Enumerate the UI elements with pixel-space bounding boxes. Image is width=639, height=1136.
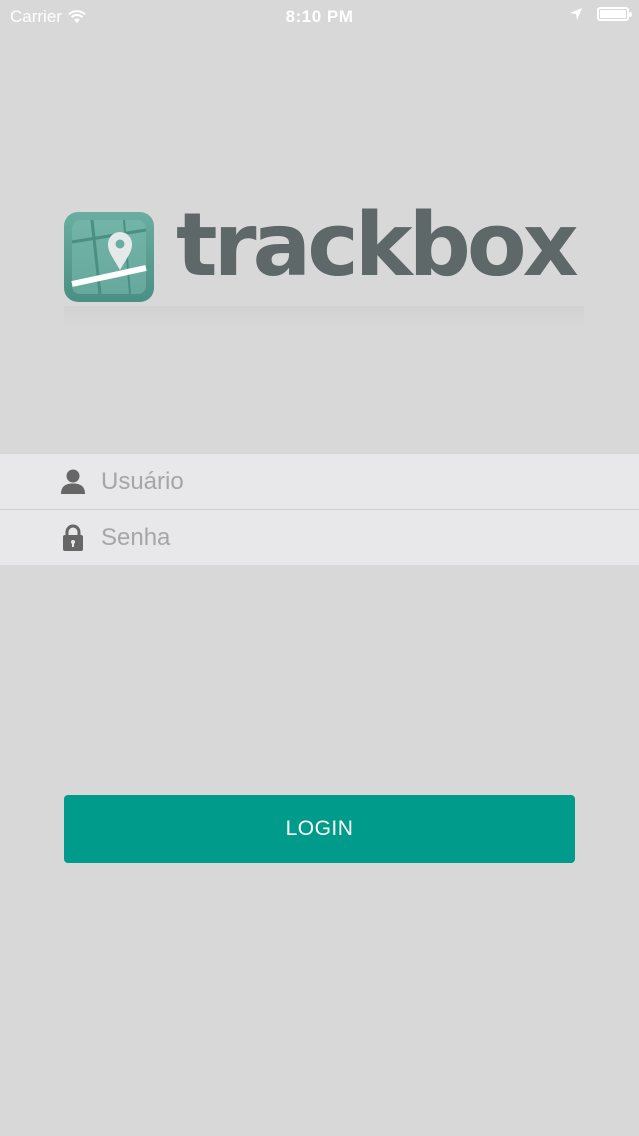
map-pin-icon [64, 212, 154, 302]
login-form [0, 454, 639, 565]
lock-icon [63, 524, 83, 551]
username-input[interactable] [101, 454, 601, 509]
status-bar: Carrier 8:10 PM [0, 0, 639, 34]
location-arrow-icon [570, 8, 582, 20]
logo-wordmark: trackbox [176, 194, 579, 296]
trackbox-logo: trackbox [64, 202, 584, 340]
status-right [569, 7, 632, 21]
status-time: 8:10 PM [285, 7, 354, 26]
user-icon [61, 469, 85, 494]
username-field[interactable] [0, 454, 639, 509]
login-button[interactable]: LOGIN [64, 795, 575, 863]
password-input[interactable] [101, 510, 601, 565]
password-field[interactable] [0, 509, 639, 565]
battery-icon [597, 7, 632, 21]
logo-reflection [64, 306, 584, 330]
